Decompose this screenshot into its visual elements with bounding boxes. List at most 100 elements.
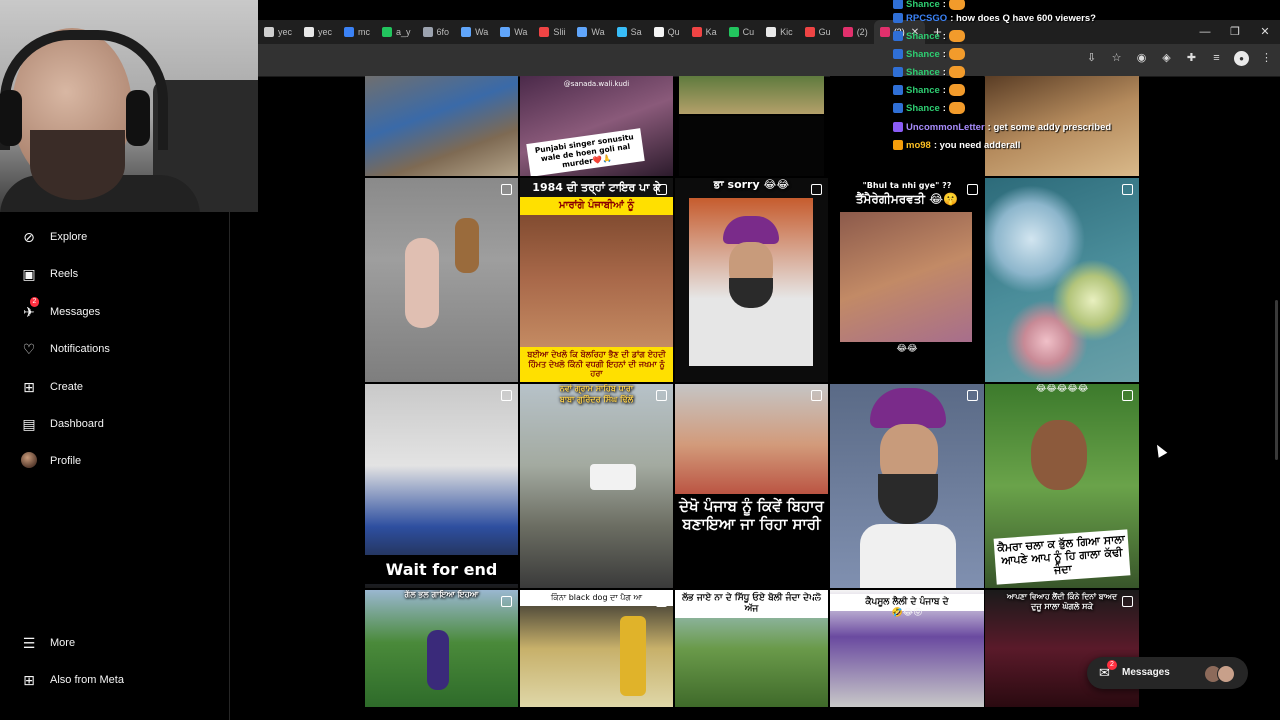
- post-caption-bottom: Wait for end: [365, 554, 518, 584]
- reel-icon: [811, 184, 822, 195]
- reels-icon: ▣: [22, 265, 36, 282]
- turban: [870, 388, 946, 428]
- reel-icon: [967, 184, 978, 195]
- chat-username[interactable]: Shance: [906, 67, 940, 78]
- chat-username[interactable]: Shance: [906, 85, 940, 96]
- chat-username[interactable]: UncommonLetter: [906, 122, 985, 133]
- tab-label: mc: [358, 27, 371, 37]
- grid-post[interactable]: @sanada.wali.kudi Punjabi singer sonusit…: [520, 76, 673, 176]
- grid-post[interactable]: ਦੇਖੋ ਪੰਜਾਬ ਨੂੰ ਕਿਵੇਂ ਬਿਹਾਰ ਬਣਾਇਆ ਜਾ ਰਿਹਾ…: [675, 384, 828, 588]
- tab-favicon-icon: [304, 27, 315, 37]
- browser-tab[interactable]: Gu: [799, 20, 837, 44]
- browser-tab[interactable]: Ka: [686, 20, 723, 44]
- hamburger-icon: ☰: [22, 634, 36, 651]
- tab-label: Ka: [705, 27, 717, 37]
- post-video-frame: [840, 212, 972, 342]
- browser-tab[interactable]: Wa: [494, 20, 533, 44]
- grid-post[interactable]: ਆਪਣਾ ਵਿਆਹ ਲੈਂਦੀ ਕਿੰਨੇ ਦਿਨਾਂ ਬਾਅਦ ਦੁਜੂ ਸਾ…: [985, 590, 1139, 707]
- grid-icon: ⊞: [23, 671, 35, 688]
- message-avatars: [1204, 665, 1235, 683]
- browser-tab[interactable]: Qu: [648, 20, 686, 44]
- sidebar-item-notifications[interactable]: ♡ Notifications: [12, 334, 218, 364]
- chat-username[interactable]: Shance: [906, 0, 940, 10]
- browser-tab[interactable]: Wa: [571, 20, 610, 44]
- chat-username[interactable]: Shance: [906, 103, 940, 114]
- chat-text: :: [942, 30, 946, 42]
- messages-floating-button[interactable]: ✉ 2 Messages: [1087, 657, 1248, 689]
- grid-post[interactable]: 😂😂😂😂😂 ਕੈਮਰਾ ਚਲਾ ਕ ਭੁੱਲ ਗਿਆ ਸਾਲਾ ਆਪਣੇ ਆਪ …: [985, 384, 1139, 588]
- sidebar-item-label: Create: [50, 381, 84, 393]
- chat-username[interactable]: Shance: [906, 49, 940, 60]
- face: [1031, 420, 1087, 490]
- chat-message: UncommonLetter: get some addy prescribed: [893, 119, 1111, 135]
- sidebar-item-dashboard[interactable]: ▤ Dashboard: [12, 409, 218, 439]
- chat-badge-icon: [893, 0, 903, 9]
- profile-icon[interactable]: ●: [1234, 51, 1249, 66]
- grid-post[interactable]: 1984 ਦੀ ਤਰ੍ਹਾਂ ਟਾਇਰ ਪਾ ਕੇ ਮਾਰਾਂਗੇ ਪੰਜਾਬੀ…: [520, 178, 673, 382]
- browser-tab[interactable]: mc: [338, 20, 376, 44]
- maximize-button[interactable]: ❐: [1220, 20, 1250, 44]
- grid-post[interactable]: [365, 76, 518, 176]
- grid-post[interactable]: ਕੈਪਸੂਲ ਲੈਲੀ ਦੇ ਪੰਜਾਬ ਦੇ 🤣😂😝: [830, 590, 984, 707]
- browser-tab[interactable]: Wa: [455, 20, 494, 44]
- chat-emote-icon: [948, 84, 965, 96]
- close-window-button[interactable]: ✕: [1250, 20, 1280, 44]
- browser-tab[interactable]: Sa: [611, 20, 648, 44]
- sidebar-item-label: Messages: [50, 306, 101, 318]
- chat-username[interactable]: Shance: [906, 31, 940, 42]
- grid-post[interactable]: [830, 384, 984, 588]
- browser-tab[interactable]: Slii: [533, 20, 571, 44]
- chat-badge-icon: [893, 140, 903, 150]
- tab-label: yec: [278, 27, 293, 37]
- grid-post[interactable]: ਗੱਲ ਭਲ ਗਾਇਆ ਇਹਆ: [365, 590, 518, 707]
- kebab-menu-icon[interactable]: ⋮: [1259, 51, 1274, 66]
- sidebar-item-more[interactable]: ☰ More: [12, 628, 218, 658]
- sidebar-item-also-from-meta[interactable]: ⊞ Also from Meta: [12, 665, 218, 695]
- sidebar-item-label: More: [50, 637, 76, 649]
- chat-badge-icon: [893, 67, 903, 77]
- browser-tab[interactable]: yec: [258, 20, 298, 44]
- sidebar-item-profile[interactable]: Profile: [12, 446, 218, 476]
- grid-post[interactable]: [985, 178, 1139, 382]
- grid-post[interactable]: ਲੱਭ ਜਾਏ ਨਾ ਦੇ ਸਿੱਧੂ ਓਏ ਬੋਲੀ ਜੰਦਾ ਦੇਖਲੋ ਅ…: [675, 590, 828, 707]
- grid-post[interactable]: ਭਾ sorry 😂😂: [675, 178, 828, 382]
- sidebar-item-create[interactable]: ⊞ Create: [12, 372, 218, 402]
- reel-icon: [501, 596, 512, 607]
- browser-tab[interactable]: yec: [298, 20, 338, 44]
- grid-post[interactable]: ਨਵਾਂ ਗ੍ਰਾਮ ਸਾਹਿਬ ਧਾਰਾ ਬਾਬਾ ਗੁਰਿੰਦਰ ਸਿੰਘ …: [520, 384, 673, 588]
- chat-username[interactable]: RPCSGO: [906, 13, 947, 24]
- grid-post[interactable]: "Bhul ta nhi gye" ?? ਤੈਂਮੈਰੇਗੀਮਰਵਤੀ 😂🤫 😂…: [830, 178, 984, 382]
- shield-icon[interactable]: ◈: [1159, 51, 1174, 66]
- beard: [729, 278, 773, 308]
- browser-tab[interactable]: Cu: [723, 20, 761, 44]
- heart-icon: ♡: [22, 340, 36, 357]
- messages-badge: 2: [30, 296, 39, 307]
- reel-icon: [501, 390, 512, 401]
- chat-text: :: [942, 102, 946, 114]
- chat-text: :: [942, 48, 946, 60]
- sidebar-item-messages[interactable]: ✈ 2 Messages: [12, 296, 218, 327]
- grid-post[interactable]: ਕਿੰਨਾ black dog ਦਾ ਪੈਗ ਆ: [520, 590, 673, 707]
- grid-post[interactable]: [679, 76, 824, 114]
- puzzle-icon[interactable]: ✚: [1184, 51, 1199, 66]
- grid-post[interactable]: Wait for end: [365, 384, 518, 588]
- browser-tab[interactable]: 6fo: [417, 20, 456, 44]
- tab-favicon-icon: [344, 27, 355, 37]
- minimize-button[interactable]: —: [1190, 20, 1220, 44]
- sidebar-item-explore[interactable]: ⊘ Explore: [12, 222, 218, 252]
- browser-tab[interactable]: (2): [837, 20, 874, 44]
- sidebar-item-reels[interactable]: ▣ Reels: [12, 259, 218, 289]
- browser-tab[interactable]: a_y: [376, 20, 417, 44]
- chat-emote-icon: [948, 30, 965, 42]
- reel-icon: [1122, 596, 1133, 607]
- browser-tab[interactable]: Kic: [760, 20, 799, 44]
- grid-post[interactable]: [365, 178, 518, 382]
- tab-search-icon[interactable]: ≡: [1209, 51, 1224, 66]
- page-scrollbar[interactable]: [1275, 300, 1278, 460]
- post-caption-top: ਗੱਲ ਭਲ ਗਾਇਆ ਇਹਆ: [404, 590, 479, 599]
- tab-favicon-icon: [691, 27, 702, 37]
- dancer-figure: [427, 630, 449, 690]
- grid-post[interactable]: [679, 116, 824, 176]
- tab-favicon-icon: [500, 27, 511, 37]
- chat-username[interactable]: mo98: [906, 140, 931, 151]
